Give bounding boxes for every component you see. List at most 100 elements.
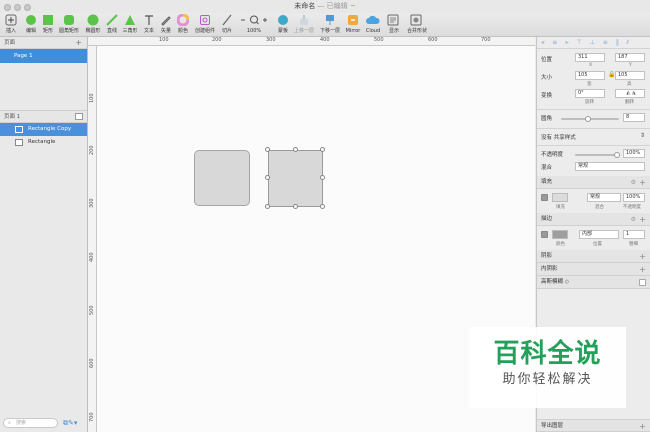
create-symbol-button[interactable]: 创建组件 [192,13,218,37]
x-input[interactable]: 311 [575,53,605,62]
layers-sidebar: 页面 + Page 1 页面 1 Rectangle Copy Rectangl… [0,37,88,432]
move-backward-button[interactable]: 下移一层 [318,13,342,37]
add-page-icon[interactable]: + [75,37,82,49]
zoom-control[interactable]: 100% [237,13,271,37]
vertical-ruler: 100 200 300 400 500 600 700 [88,46,97,432]
opacity-slider[interactable] [575,154,619,156]
cloud-button[interactable]: Cloud [364,13,382,37]
layer-item[interactable]: Rectangle [0,136,87,149]
resize-handle[interactable] [320,175,325,180]
gear-icon[interactable]: ⚙ [631,213,636,226]
oval-icon [83,14,103,27]
resize-handle[interactable] [320,147,325,152]
blend-row: 混合 常规 [537,162,650,176]
line-tool[interactable]: 直线 [104,13,120,37]
watermark-subtitle: 助你轻松解决 [502,372,593,387]
border-position-select[interactable]: 内部 [579,230,619,239]
close-button[interactable] [4,4,11,11]
window-subtitle: — 已编辑 ~ [317,2,356,10]
border-color-swatch[interactable] [552,230,568,239]
collapse-icon[interactable] [75,113,83,120]
rectangle-shape[interactable] [194,150,250,206]
resize-handle[interactable] [265,204,270,209]
add-fill-icon[interactable]: + [639,176,646,189]
view-icon [384,14,404,27]
shared-style-row[interactable]: 没有 共享样式 ⇕ [537,130,650,145]
ruler-tick-label: 500 [89,305,95,315]
layer-search-input[interactable]: ⌕ 搜索 [3,418,58,428]
rounded-rect-tool[interactable]: 圆角矩形 [56,13,82,37]
blur-checkbox[interactable] [639,279,646,286]
resize-handle[interactable] [265,147,270,152]
fill-checkbox[interactable] [541,194,548,201]
page-item[interactable]: Page 1 [0,49,87,63]
window-title: 未命名 [294,2,316,10]
minimize-button[interactable] [14,4,21,11]
border-width-input[interactable]: 1 [623,230,645,239]
backward-icon [318,14,342,27]
color-wheel-icon [175,13,191,27]
fill-color-swatch[interactable] [552,193,568,202]
fill-section-header: 填充 ⚙ + [537,176,650,189]
border-checkbox[interactable] [541,231,548,238]
fill-opacity-input[interactable]: 100% [623,193,645,202]
add-inner-shadow-icon[interactable]: + [639,263,646,276]
gear-icon[interactable]: ⚙ [631,176,636,189]
radius-slider-knob[interactable] [585,116,591,122]
zoom-button[interactable] [24,4,31,11]
insert-button[interactable]: 插入 [2,13,20,37]
toolbar: 插入 编辑 矩形 圆角矩形 椭圆形 直线 三角形 文本 矢量 颜色 创建组件 切… [0,13,650,37]
rectangle-tool[interactable]: 矩形 [40,13,56,37]
layers-header[interactable]: 页面 1 [0,111,87,123]
vector-tool[interactable]: 矢量 [158,13,174,37]
flip-buttons[interactable]: ◭ ◮ [615,89,645,98]
ruler-tick-label: 300 [89,198,95,208]
rectangle-layer-icon [15,126,23,133]
layer-options-icon[interactable]: ⧉✎▾ [63,419,77,428]
height-input[interactable]: 105 [615,71,645,80]
oval-tool[interactable]: 椭圆形 [83,13,103,37]
horizontal-ruler: 100 200 300 400 500 600 700 [88,37,535,46]
rotate-input[interactable]: 0° [575,89,605,98]
inner-shadow-section-header[interactable]: 内阴影 + [537,263,650,276]
edit-icon [22,14,40,27]
shadow-section-header[interactable]: 阴影 + [537,250,650,263]
blur-section-header[interactable]: 高斯模糊 ◇ [537,276,650,289]
pen-icon [158,14,174,27]
resize-handle[interactable] [293,204,298,209]
add-export-icon[interactable]: + [639,420,646,432]
fill-blend-select[interactable]: 常规 [587,193,621,202]
radius-row: 圆角 8 [537,113,650,128]
slice-tool[interactable]: 切片 [219,13,235,37]
export-section-header[interactable]: 导出图层 + [537,419,650,432]
combine-shapes-button[interactable]: 合并形状 [405,13,429,37]
color-button[interactable]: 颜色 [175,13,191,37]
sketch-window: 未命名 — 已编辑 ~ 插入 编辑 矩形 圆角矩形 椭圆形 直线 三角形 文本 … [0,0,650,432]
mask-button[interactable]: 蒙板 [274,13,292,37]
move-forward-button[interactable]: 上移一层 [292,13,316,37]
triangle-icon [120,14,140,27]
watermark: 百科全说 助你轻松解决 [469,327,626,408]
resize-handle[interactable] [293,147,298,152]
blend-select[interactable]: 常规 [575,162,645,171]
y-input[interactable]: 187 [615,53,645,62]
resize-handle[interactable] [320,204,325,209]
resize-handle[interactable] [265,175,270,180]
opacity-slider-knob[interactable] [614,152,620,158]
align-toolbar[interactable]: ⫷ ≡ ⫸ ⊤ ⊥ ≡ ⫼ ⫽ [537,37,650,49]
radius-input[interactable]: 8 [623,113,645,122]
triangle-tool[interactable]: 三角形 [120,13,140,37]
layer-item[interactable]: Rectangle Copy [0,123,87,136]
mirror-button[interactable]: Mirror [343,13,363,37]
border-section-header: 描边 ⚙ + [537,213,650,226]
text-tool[interactable]: 文本 [141,13,157,37]
width-input[interactable]: 105 [575,71,605,80]
add-border-icon[interactable]: + [639,213,646,226]
chevron-updown-icon: ⇕ [639,132,645,139]
edit-button[interactable]: 编辑 [22,13,40,37]
rectangle-copy-shape[interactable] [268,150,323,207]
view-button[interactable]: 显示 [384,13,404,37]
opacity-input[interactable]: 100% [623,149,645,158]
pages-header[interactable]: 页面 + [0,37,87,49]
add-shadow-icon[interactable]: + [639,250,646,263]
